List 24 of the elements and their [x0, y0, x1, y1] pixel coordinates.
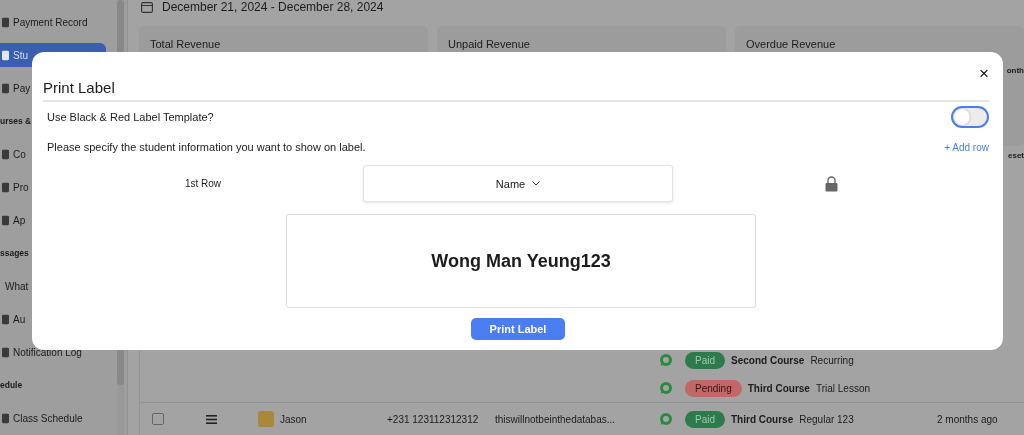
sidebar-section-label: urses & [0, 115, 32, 128]
lesson-type: Recurring [810, 354, 854, 366]
row-label: 1st Row [183, 178, 223, 189]
course-name: Third Course [731, 413, 794, 425]
card-title: Total Revenue [150, 38, 221, 50]
course-name: Second Course [731, 354, 805, 366]
card-title: Unpaid Revenue [448, 38, 530, 50]
lesson-type: Regular 123 [799, 413, 854, 425]
lesson-type: Trial Lesson [815, 382, 871, 394]
sidebar-section-label: ssages [0, 247, 29, 260]
status-badge: Paid [685, 351, 725, 369]
dialog-title: Print Label [43, 78, 115, 96]
status-badge: Pending [685, 379, 742, 397]
instruction-text: Please specify the student information you want to show on label. [47, 141, 366, 153]
course-name: Third Course [747, 382, 810, 394]
preview-text: Wong Man Yeung123 [431, 250, 611, 272]
table-cell-text: thiswillnotbeinthedatabas... [495, 413, 617, 425]
sidebar-section-label: edule [0, 379, 23, 392]
card-title: Overdue Revenue [746, 38, 836, 50]
table-cell: Jason [280, 413, 307, 425]
status-badge: Paid [685, 410, 725, 428]
table-cell-text: +231 123112312312 [387, 413, 480, 425]
toggle-label: Use Black & Red Label Template? [47, 111, 214, 123]
table-cell: 2 months ago [937, 413, 998, 425]
